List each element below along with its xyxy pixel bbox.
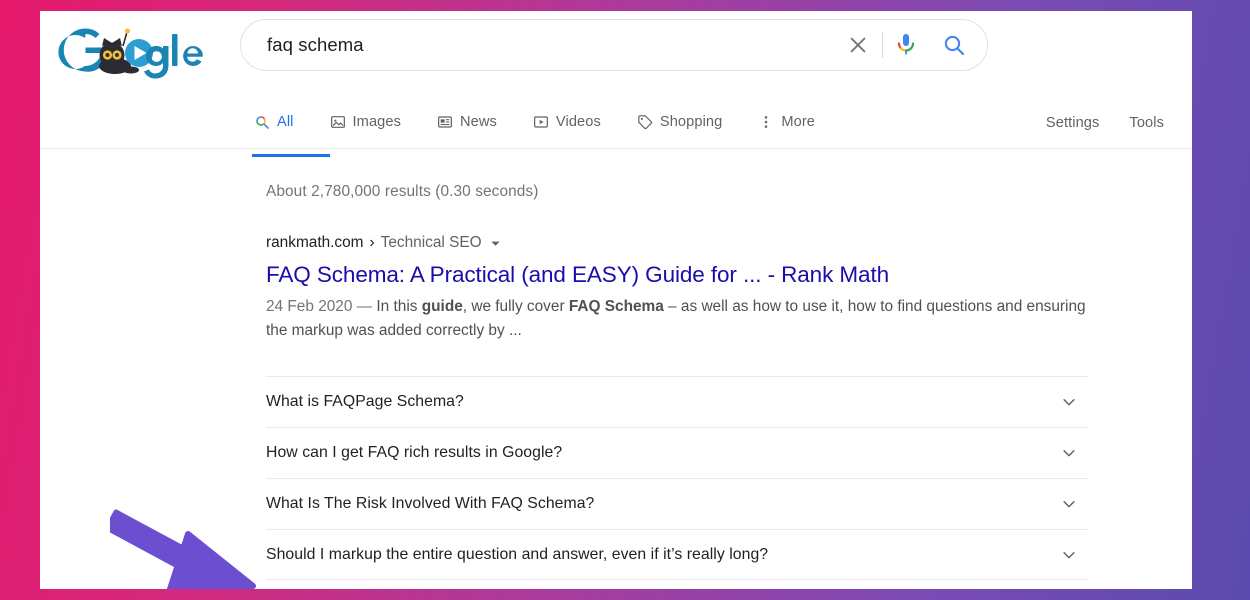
snippet-bold1: guide bbox=[421, 298, 463, 315]
search-result-item: rankmath.com › Technical SEO FAQ Schema:… bbox=[266, 233, 1096, 343]
tab-label-shopping: Shopping bbox=[659, 114, 723, 130]
search-box[interactable] bbox=[240, 19, 988, 71]
result-title-link[interactable]: FAQ Schema: A Practical (and EASY) Guide… bbox=[266, 261, 1096, 289]
chevron-down-icon[interactable] bbox=[1060, 393, 1088, 411]
clear-search-button[interactable] bbox=[834, 20, 882, 70]
chevron-down-icon[interactable] bbox=[490, 238, 501, 249]
search-icon bbox=[254, 114, 270, 130]
faq-question: Should I markup the entire question and … bbox=[266, 545, 769, 563]
video-icon bbox=[533, 114, 549, 130]
search-header: All Images bbox=[40, 11, 1192, 157]
microphone-icon bbox=[897, 34, 915, 55]
tab-news[interactable]: News bbox=[437, 107, 511, 137]
snippet-date: 24 Feb 2020 bbox=[266, 298, 353, 315]
voice-search-button[interactable] bbox=[883, 20, 929, 70]
chevron-down-icon[interactable] bbox=[1060, 546, 1088, 564]
search-submit-button[interactable] bbox=[929, 20, 987, 70]
close-icon bbox=[850, 37, 866, 53]
faq-row[interactable]: What is FAQPage Schema? bbox=[266, 376, 1088, 427]
faq-row[interactable]: What Is The Risk Involved With FAQ Schem… bbox=[266, 478, 1088, 529]
snippet-bold2: FAQ Schema bbox=[568, 298, 664, 315]
snippet-part2: , we fully cover bbox=[462, 298, 569, 315]
result-url-line: rankmath.com › Technical SEO bbox=[266, 233, 1096, 253]
result-domain: rankmath.com bbox=[266, 234, 364, 251]
header-divider bbox=[40, 148, 1192, 149]
result-snippet: 24 Feb 2020 — In this guide, we fully co… bbox=[266, 295, 1088, 343]
settings-button[interactable]: Settings bbox=[1046, 115, 1100, 131]
google-doodle-svg bbox=[58, 28, 203, 79]
tab-images[interactable]: Images bbox=[330, 107, 415, 137]
result-stats: About 2,780,000 results (0.30 seconds) bbox=[266, 183, 539, 200]
faq-question: What Is The Risk Involved With FAQ Schem… bbox=[266, 495, 595, 512]
news-icon bbox=[437, 114, 453, 130]
tab-label-news: News bbox=[460, 114, 497, 130]
snippet-part1: In this bbox=[372, 298, 422, 315]
arrow-icon bbox=[104, 509, 256, 589]
tab-label-more: More bbox=[781, 114, 816, 130]
search-input[interactable] bbox=[241, 20, 834, 70]
tab-more[interactable]: More bbox=[758, 107, 829, 137]
breadcrumb-separator: › bbox=[369, 234, 375, 251]
search-icon bbox=[944, 35, 965, 56]
tools-button[interactable]: Tools bbox=[1129, 115, 1164, 131]
chevron-down-icon[interactable] bbox=[1060, 444, 1088, 462]
tab-label-images: Images bbox=[352, 114, 401, 130]
kebab-menu-icon bbox=[758, 114, 774, 130]
tab-label-videos: Videos bbox=[555, 114, 601, 130]
google-search-results-page: All Images bbox=[40, 11, 1192, 589]
tab-videos[interactable]: Videos bbox=[533, 107, 615, 137]
snippet-dash: — bbox=[356, 298, 373, 315]
header-right-actions: Settings Tools bbox=[1046, 115, 1164, 131]
chevron-down-icon[interactable] bbox=[1060, 495, 1088, 513]
gradient-frame: All Images bbox=[0, 0, 1250, 600]
annotation-arrow bbox=[104, 504, 290, 589]
tab-label-all: All bbox=[277, 114, 294, 130]
tab-all[interactable]: All bbox=[252, 107, 330, 157]
faq-accordion: What is FAQPage Schema? How can I get FA… bbox=[266, 376, 1088, 580]
tab-shopping[interactable]: Shopping bbox=[637, 107, 736, 137]
search-nav-tabs: All Images News Videos Shopping More bbox=[252, 107, 829, 157]
image-icon bbox=[330, 114, 346, 130]
faq-question: How can I get FAQ rich results in Google… bbox=[266, 444, 563, 461]
faq-row[interactable]: Should I markup the entire question and … bbox=[266, 529, 1088, 580]
faq-row[interactable]: How can I get FAQ rich results in Google… bbox=[266, 427, 1088, 478]
faq-question: What is FAQPage Schema? bbox=[266, 393, 464, 410]
google-doodle-logo[interactable] bbox=[55, 26, 205, 82]
tag-icon bbox=[637, 114, 653, 130]
result-breadcrumb: Technical SEO bbox=[380, 234, 482, 251]
